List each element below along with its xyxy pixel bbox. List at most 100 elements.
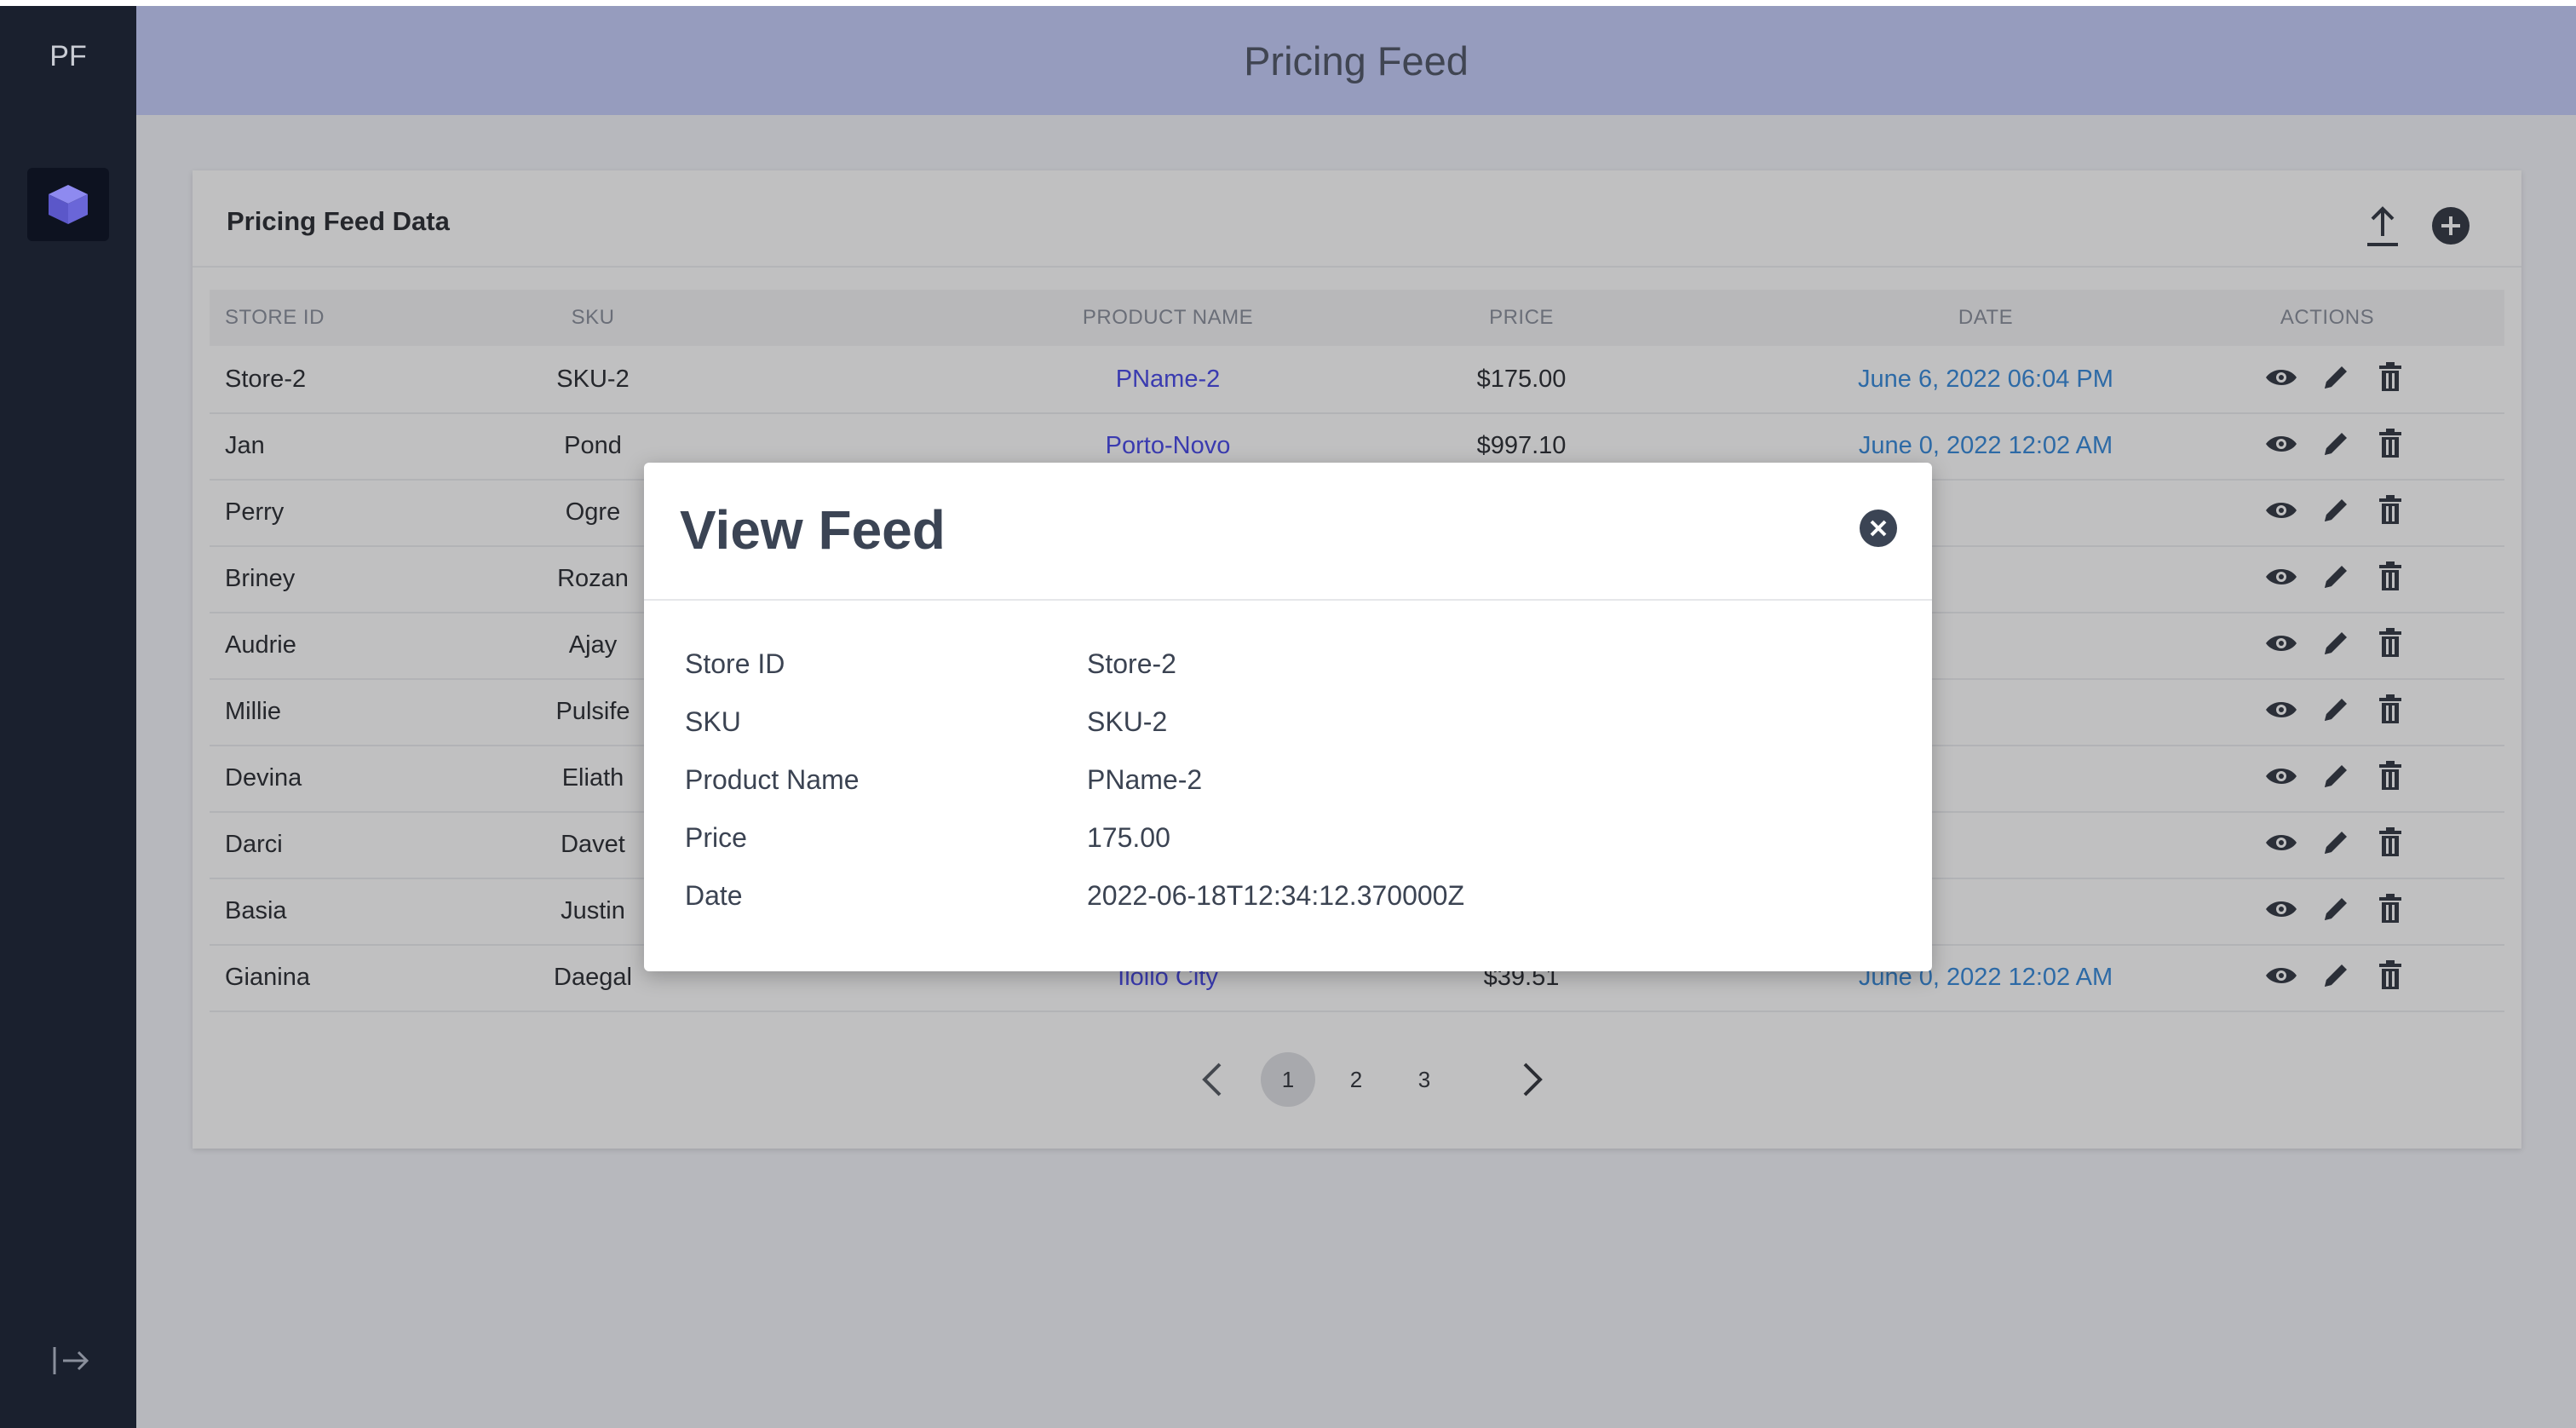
detail-value: SKU-2 [1087, 706, 1168, 737]
detail-value: 2022-06-18T12:34:12.370000Z [1087, 880, 1465, 911]
delete-button[interactable] [2363, 745, 2418, 811]
page-3-button[interactable]: 3 [1397, 1052, 1452, 1107]
header-product-name: PRODUCT NAME [1082, 306, 1254, 329]
page-1-button[interactable]: 1 [1261, 1052, 1315, 1107]
add-circle-icon [2432, 207, 2470, 245]
card-header: Pricing Feed Data [193, 170, 2521, 268]
detail-label: Product Name [685, 764, 860, 795]
eye-icon [2264, 897, 2298, 925]
view-button[interactable] [2254, 745, 2309, 811]
trash-icon [2378, 959, 2403, 995]
edit-button[interactable] [2309, 612, 2363, 678]
chevron-left-icon [1202, 1062, 1222, 1097]
edit-button[interactable] [2309, 878, 2363, 944]
prev-page-button[interactable] [1182, 1050, 1242, 1109]
pencil-icon [2321, 762, 2350, 795]
header-date: DATE [1958, 306, 2014, 329]
logout-icon [53, 1347, 89, 1374]
pencil-icon [2321, 695, 2350, 728]
eye-icon [2264, 498, 2298, 527]
edit-button[interactable] [2309, 412, 2363, 479]
logout-button[interactable] [44, 1335, 99, 1386]
edit-button[interactable] [2309, 944, 2363, 1011]
cell-store-id: Millie [225, 698, 282, 725]
chevron-right-icon [1523, 1062, 1543, 1097]
modal-header: View Feed [644, 463, 1932, 601]
delete-button[interactable] [2363, 878, 2418, 944]
detail-label: Store ID [685, 648, 785, 679]
view-button[interactable] [2254, 346, 2309, 412]
view-feed-modal: View Feed Store ID Store-2 SKU SKU-2 Pro… [644, 463, 1932, 971]
add-feed-button[interactable] [2426, 201, 2475, 250]
modal-close-button[interactable] [1854, 504, 1903, 553]
brand-logo[interactable]: PF [0, 40, 136, 73]
view-button[interactable] [2254, 678, 2309, 745]
row-actions [2254, 944, 2418, 1011]
eye-icon [2264, 964, 2298, 992]
edit-button[interactable] [2309, 346, 2363, 412]
top-strip [0, 0, 2576, 6]
row-actions [2254, 678, 2418, 745]
edit-button[interactable] [2309, 811, 2363, 878]
cell-store-id: Gianina [225, 964, 310, 991]
row-actions [2254, 346, 2418, 412]
cell-store-id: Perry [225, 498, 285, 526]
next-page-button[interactable] [1503, 1050, 1562, 1109]
modal-title: View Feed [680, 499, 946, 561]
edit-button[interactable] [2309, 678, 2363, 745]
view-button[interactable] [2254, 479, 2309, 545]
cell-product-name[interactable]: PName-2 [998, 346, 1338, 412]
cell-sku: SKU-2 [556, 366, 630, 393]
pencil-icon [2321, 429, 2350, 463]
row-actions [2254, 612, 2418, 678]
view-button[interactable] [2254, 811, 2309, 878]
delete-button[interactable] [2363, 412, 2418, 479]
delete-button[interactable] [2363, 612, 2418, 678]
eye-icon [2264, 366, 2298, 394]
delete-button[interactable] [2363, 545, 2418, 612]
sidebar: PF [0, 6, 136, 1428]
table-header: STORE ID SKU PRODUCT NAME PRICE DATE ACT… [210, 290, 2504, 346]
detail-label: Price [685, 822, 747, 853]
eye-icon [2264, 631, 2298, 659]
page-title: Pricing Feed [1244, 37, 1469, 83]
trash-icon [2378, 760, 2403, 796]
trash-icon [2378, 893, 2403, 929]
detail-value: Store-2 [1087, 648, 1176, 679]
cell-date[interactable]: June 6, 2022 06:04 PM [1790, 346, 2182, 412]
cell-store-id: Devina [225, 764, 302, 792]
eye-icon [2264, 565, 2298, 593]
delete-button[interactable] [2363, 811, 2418, 878]
cell-store-id: Jan [225, 432, 265, 459]
trash-icon [2378, 428, 2403, 464]
delete-button[interactable] [2363, 678, 2418, 745]
row-actions [2254, 811, 2418, 878]
view-button[interactable] [2254, 412, 2309, 479]
trash-icon [2378, 826, 2403, 862]
trash-icon [2378, 494, 2403, 530]
delete-button[interactable] [2363, 944, 2418, 1011]
header-store-id: STORE ID [225, 306, 325, 329]
delete-button[interactable] [2363, 479, 2418, 545]
row-actions [2254, 479, 2418, 545]
edit-button[interactable] [2309, 479, 2363, 545]
view-button[interactable] [2254, 944, 2309, 1011]
edit-button[interactable] [2309, 745, 2363, 811]
eye-icon [2264, 698, 2298, 726]
edit-button[interactable] [2309, 545, 2363, 612]
detail-value: PName-2 [1087, 764, 1203, 795]
sidebar-item-pricing-feed[interactable] [27, 168, 109, 241]
pencil-icon [2321, 828, 2350, 861]
eye-icon [2264, 432, 2298, 460]
trash-icon [2378, 561, 2403, 596]
upload-button[interactable] [2358, 201, 2407, 250]
delete-button[interactable] [2363, 346, 2418, 412]
view-button[interactable] [2254, 545, 2309, 612]
view-button[interactable] [2254, 878, 2309, 944]
cell-price: $175.00 [1476, 366, 1567, 393]
page-2-button[interactable]: 2 [1329, 1052, 1383, 1107]
pencil-icon [2321, 496, 2350, 529]
detail-store-id: Store ID Store-2 [685, 640, 1877, 688]
row-actions [2254, 412, 2418, 479]
view-button[interactable] [2254, 612, 2309, 678]
